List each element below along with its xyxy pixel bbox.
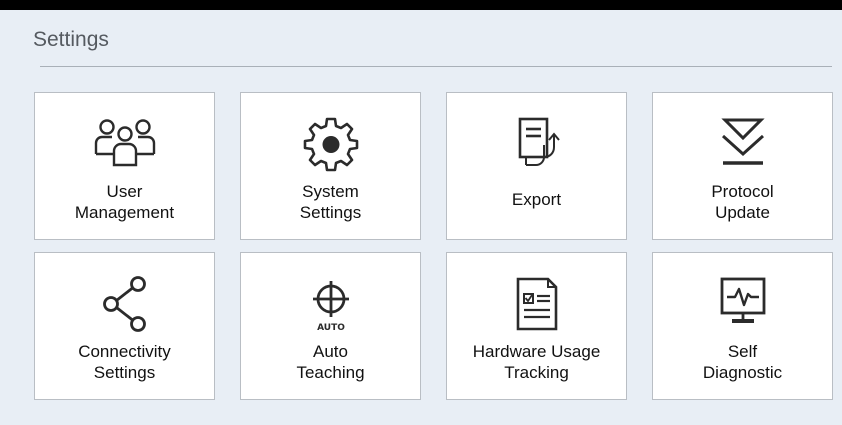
share-icon [90,267,160,337]
protocol-update-tile[interactable]: Protocol Update [652,92,833,240]
system-settings-tile[interactable]: System Settings [240,92,421,240]
tile-label-line: Hardware Usage [472,342,601,361]
connectivity-settings-tile[interactable]: Connectivity Settings [34,252,215,400]
hardware-usage-tracking-tile[interactable]: Hardware Usage Tracking [446,252,627,400]
tile-label-line: Management [74,203,175,222]
page-title: Settings [33,28,109,51]
download-chevron-icon [708,107,778,177]
crosshair-icon: AUTO [296,267,366,337]
gear-icon [296,107,366,177]
export-tile[interactable]: Export [446,92,627,240]
tile-label-line: Auto [313,342,348,361]
tile-label-line: Diagnostic [702,363,783,382]
tile-label-line: System [302,182,359,201]
self-diagnostic-tile[interactable]: Self Diagnostic [652,252,833,400]
tile-label-line: Settings [299,203,362,222]
auto-caption: AUTO [317,323,345,333]
settings-grid: User Management System Settings Export P… [34,92,834,400]
header-divider [40,66,832,67]
auto-teaching-tile[interactable]: AUTO Auto Teaching [240,252,421,400]
user-management-tile[interactable]: User Management [34,92,215,240]
tile-label-line: Protocol [711,182,774,201]
export-icon [502,107,572,177]
checklist-document-icon [502,267,572,337]
tile-label-line: Settings [93,363,156,382]
tile-label-line: Update [715,203,770,222]
tile-label-line: User [106,182,143,201]
top-bar [0,0,842,10]
tile-label: Self Diagnostic [653,341,832,383]
tile-label-line: Export [511,190,562,209]
tile-label-line: Tracking [504,363,569,382]
tile-label: Protocol Update [653,181,832,223]
users-icon [90,107,160,177]
tile-label: Connectivity Settings [35,341,214,383]
tile-label-line: Teaching [296,363,365,382]
tile-label: Auto Teaching [241,341,420,383]
tile-label: User Management [35,181,214,223]
tile-label-line: Connectivity [78,342,171,361]
tile-label-line: Self [727,342,758,361]
heartbeat-monitor-icon [708,267,778,337]
tile-label: Hardware Usage Tracking [447,341,626,383]
tile-label: Export [447,189,626,210]
tile-label: System Settings [241,181,420,223]
